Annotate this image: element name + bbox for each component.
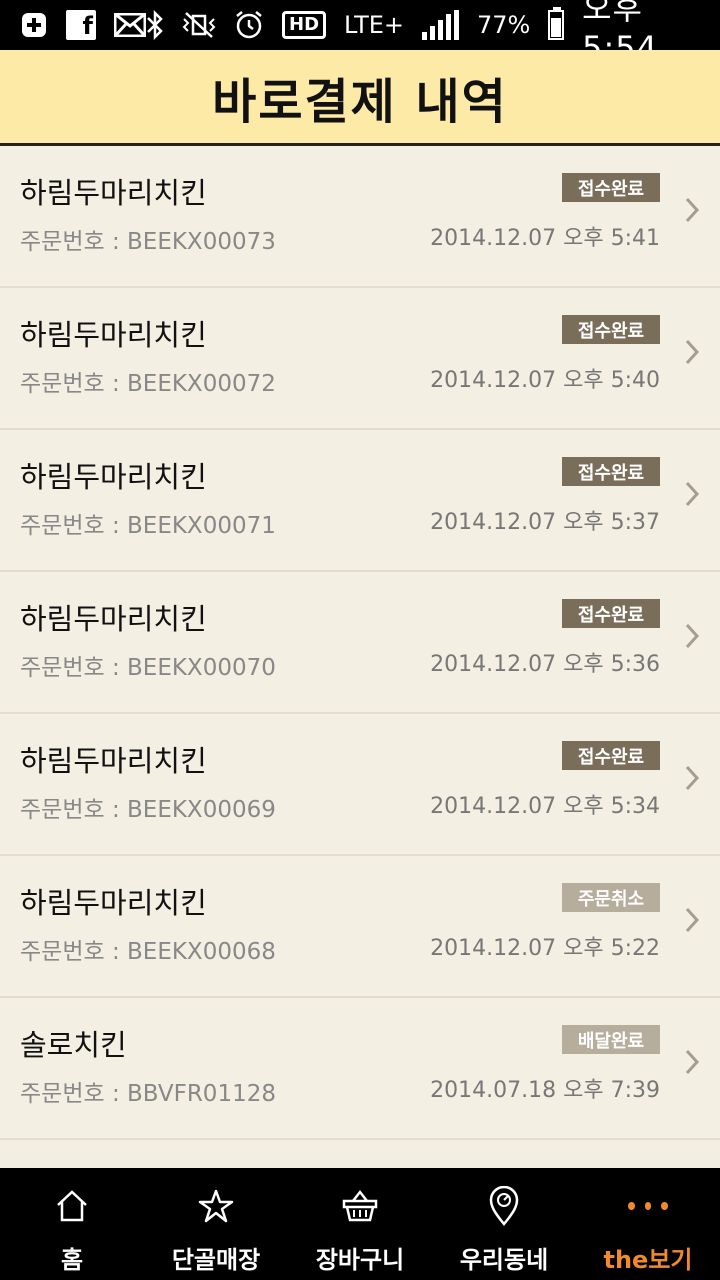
order-number: 주문번호 : BEEKX00068 [20,939,276,965]
store-name: 하림두마리치킨 [20,318,207,352]
order-status-badge: 접수완료 [562,599,660,628]
order-status-badge: 주문취소 [562,883,660,912]
status-bar-notifications: f [20,10,146,40]
order-history-list: 하림두마리치킨 접수완료 주문번호 : BEEKX00073 2014.12.0… [0,146,720,1140]
chevron-right-icon [685,623,700,649]
order-status-badge: 배달완료 [562,1025,660,1054]
tab-cart[interactable]: 장바구니 [288,1168,432,1280]
store-name: 솔로치킨 [20,1028,127,1062]
home-icon [52,1186,92,1226]
order-list-item[interactable]: 솔로치킨 배달완료 주문번호 : BBVFR01128 2014.07.18 오… [0,998,720,1140]
order-number: 주문번호 : BEEKX00070 [20,655,276,681]
order-list-item[interactable]: 하림두마리치킨 접수완료 주문번호 : BEEKX00072 2014.12.0… [0,288,720,430]
order-date: 2014.12.07 오후 5:36 [430,652,660,677]
chevron-right-icon [685,765,700,791]
chevron-right-icon [685,481,700,507]
page-title: 바로결제 내역 [212,73,508,130]
tab-label: 우리동네 [459,1246,549,1274]
order-list-item[interactable]: 하림두마리치킨 접수완료 주문번호 : BEEKX00073 2014.12.0… [0,146,720,288]
order-list-item[interactable]: 하림두마리치킨 접수완료 주문번호 : BEEKX00070 2014.12.0… [0,572,720,714]
more-dots-icon [628,1186,669,1226]
page-header: 바로결제 내역 [0,50,720,146]
order-date: 2014.07.18 오후 7:39 [430,1078,660,1103]
add-notification-icon [20,11,48,39]
order-number: 주문번호 : BEEKX00073 [20,229,276,255]
vibrate-mute-icon [182,11,216,39]
battery-icon [548,7,565,40]
store-name: 하림두마리치킨 [20,886,207,920]
hd-voice-icon: HD [282,11,327,39]
order-list-item[interactable]: 하림두마리치킨 접수완료 주문번호 : BEEKX00071 2014.12.0… [0,430,720,572]
alarm-icon [234,10,264,40]
order-date: 2014.12.07 오후 5:37 [430,510,660,535]
facebook-icon: f [66,10,96,40]
bluetooth-icon [146,10,164,40]
chevron-right-icon [685,1049,700,1075]
tab-neighborhood[interactable]: 우리동네 [432,1168,576,1280]
order-status-badge: 접수완료 [562,741,660,770]
tab-home[interactable]: 홈 [0,1168,144,1280]
tab-more[interactable]: the보기 [576,1168,720,1280]
store-name: 하림두마리치킨 [20,744,207,778]
order-number: 주문번호 : BEEKX00072 [20,371,276,397]
order-number: 주문번호 : BEEKX00069 [20,797,276,823]
network-type: LTE+ [344,11,405,39]
store-name: 하림두마리치킨 [20,602,207,636]
store-name: 하림두마리치킨 [20,176,207,210]
order-number: 주문번호 : BEEKX00071 [20,513,276,539]
order-status-badge: 접수완료 [562,173,660,202]
order-status-badge: 접수완료 [562,457,660,486]
chevron-right-icon [685,339,700,365]
tab-label: 단골매장 [171,1246,261,1274]
star-icon [196,1186,236,1226]
order-status-badge: 접수완료 [562,315,660,344]
order-date: 2014.12.07 오후 5:22 [430,936,660,961]
tab-label: 홈 [60,1246,84,1274]
order-list-item[interactable]: 하림두마리치킨 접수완료 주문번호 : BEEKX00069 2014.12.0… [0,714,720,856]
order-date: 2014.12.07 오후 5:34 [430,794,660,819]
status-bar: f HD LTE+ 77% 오후 5:54 [0,0,720,67]
bottom-tab-bar: 홈 단골매장 장바구니 우리동네 the보기 [0,1168,720,1280]
basket-icon [340,1186,380,1226]
mail-icon [114,13,146,37]
tab-favorites[interactable]: 단골매장 [144,1168,288,1280]
store-name: 하림두마리치킨 [20,460,207,494]
order-date: 2014.12.07 오후 5:40 [430,368,660,393]
chevron-right-icon [685,907,700,933]
order-number: 주문번호 : BBVFR01128 [20,1081,276,1107]
location-pin-icon [484,1186,524,1226]
tab-label: the보기 [603,1246,693,1274]
tab-label: 장바구니 [315,1246,405,1274]
order-list-item[interactable]: 하림두마리치킨 주문취소 주문번호 : BEEKX00068 2014.12.0… [0,856,720,998]
order-date: 2014.12.07 오후 5:41 [430,226,660,251]
signal-strength-icon [422,10,460,40]
battery-percentage: 77% [477,11,531,39]
chevron-right-icon [685,197,700,223]
